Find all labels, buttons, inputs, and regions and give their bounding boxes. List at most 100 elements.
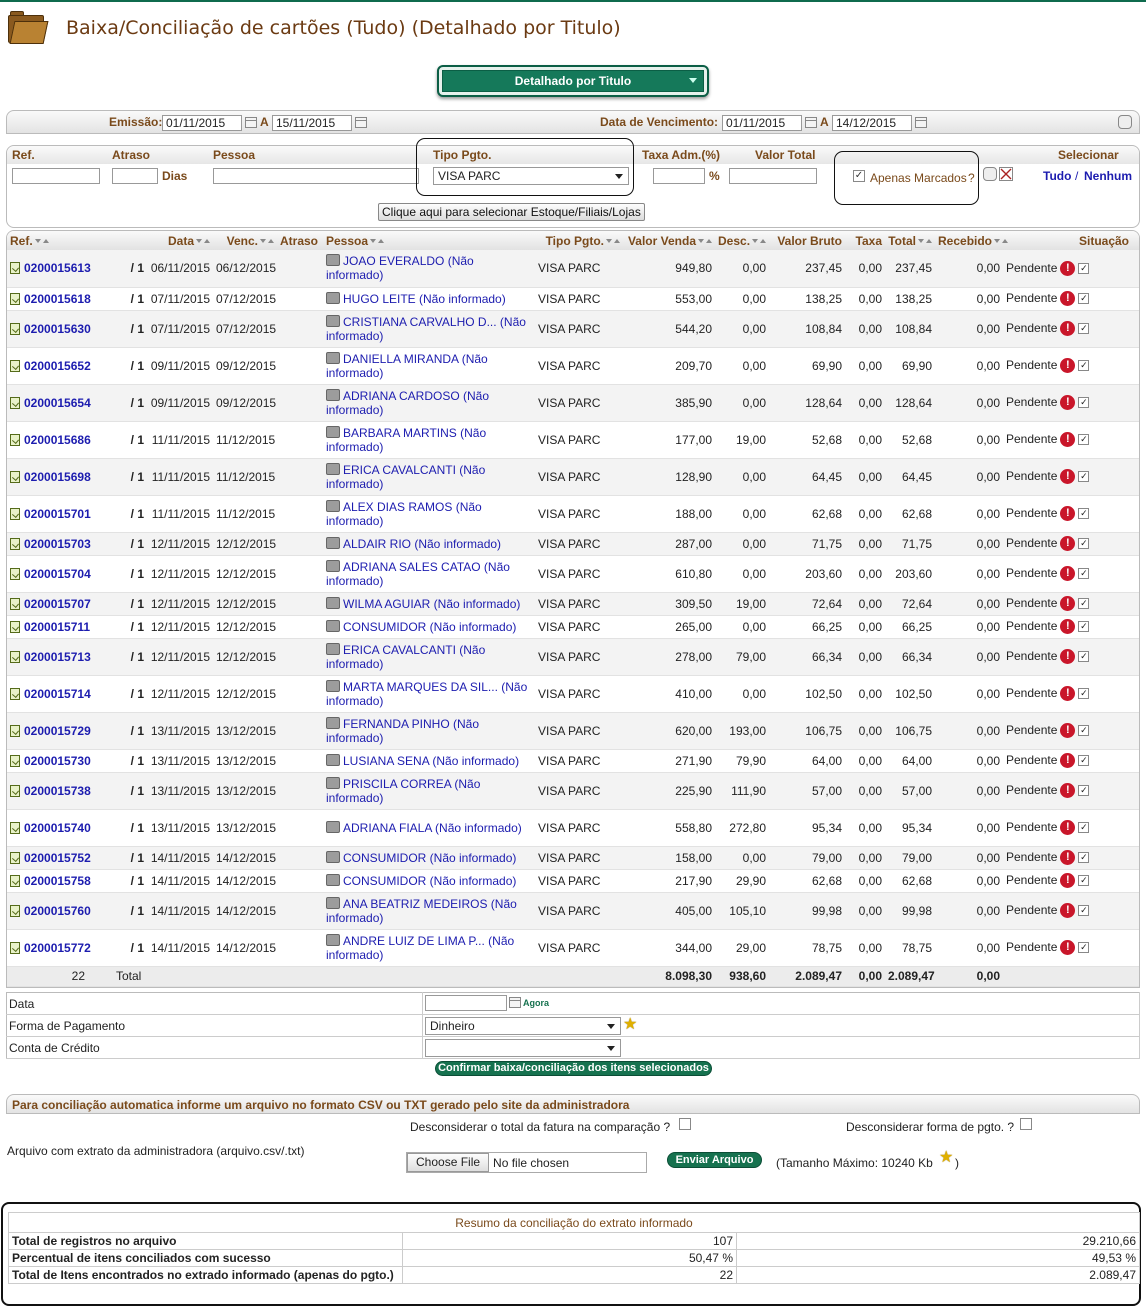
person-icon[interactable]	[326, 388, 340, 401]
ignore-total-checkbox[interactable]	[679, 1118, 691, 1130]
alert-icon[interactable]: !	[1060, 820, 1076, 836]
person-icon[interactable]	[326, 291, 340, 304]
table-row[interactable]: 0200015730 / 1 13/11/2015 13/12/2015 LUSIANA…	[7, 749, 1139, 773]
row-checkbox[interactable]: ✓	[1078, 852, 1090, 864]
table-row[interactable]: 0200015713 / 1 12/11/2015 12/12/2015 ERICA C…	[7, 638, 1139, 676]
calendar-icon[interactable]	[245, 117, 257, 128]
taxa-filter-input[interactable]	[653, 168, 705, 184]
person-icon[interactable]	[326, 873, 340, 886]
alert-icon[interactable]: !	[1060, 903, 1076, 919]
row-checkbox[interactable]: ✓	[1078, 822, 1090, 834]
person-link[interactable]: HUGO LEITE (Não informado)	[343, 292, 506, 306]
alert-icon[interactable]: !	[1060, 566, 1076, 582]
document-icon[interactable]	[10, 359, 20, 372]
person-link[interactable]: WILMA AGUIAR (Não informado)	[343, 597, 520, 611]
row-checkbox[interactable]: ✓	[1078, 568, 1090, 580]
ref-link[interactable]: 0200015758	[24, 874, 91, 888]
table-row[interactable]: 0200015758 / 1 14/11/2015 14/12/2015 CONSUMI…	[7, 869, 1139, 893]
ref-link[interactable]: 0200015752	[24, 851, 91, 865]
ref-link[interactable]: 0200015613	[24, 261, 91, 275]
document-icon[interactable]	[10, 620, 20, 633]
person-link[interactable]: ADRIANA FIALA (Não informado)	[343, 821, 522, 835]
emissao-from-input[interactable]: 01/11/2015	[162, 115, 242, 131]
venc-from-input[interactable]: 01/11/2015	[722, 115, 802, 131]
document-icon[interactable]	[10, 322, 20, 335]
row-checkbox[interactable]: ✓	[1078, 942, 1090, 954]
document-icon[interactable]	[10, 754, 20, 767]
document-icon[interactable]	[10, 904, 20, 917]
ref-link[interactable]: 0200015698	[24, 470, 91, 484]
document-icon[interactable]	[10, 537, 20, 550]
person-link[interactable]: JOAO EVERALDO (Não informado)	[326, 254, 474, 282]
table-row[interactable]: 0200015707 / 1 12/11/2015 12/12/2015 WILMA A…	[7, 592, 1139, 616]
ref-link[interactable]: 0200015654	[24, 396, 91, 410]
file-input[interactable]: Choose File No file chosen	[406, 1152, 647, 1173]
col-desc[interactable]: Desc.	[715, 231, 769, 250]
ref-link[interactable]: 0200015740	[24, 821, 91, 835]
document-icon[interactable]	[10, 650, 20, 663]
search-icon[interactable]	[983, 167, 997, 181]
col-venc[interactable]: Venc.	[213, 231, 277, 250]
document-icon[interactable]	[10, 851, 20, 864]
row-checkbox[interactable]: ✓	[1078, 651, 1090, 663]
ref-link[interactable]: 0200015707	[24, 597, 91, 611]
person-icon[interactable]	[326, 499, 340, 512]
person-link[interactable]: ADRIANA CARDOSO (Não informado)	[326, 389, 489, 417]
estoque-select-button[interactable]: Clique aqui para selecionar Estoque/Fili…	[378, 203, 645, 221]
row-checkbox[interactable]: ✓	[1078, 397, 1090, 409]
alert-icon[interactable]: !	[1060, 469, 1076, 485]
person-icon[interactable]	[326, 753, 340, 766]
baixa-date-input[interactable]	[425, 995, 507, 1011]
ref-link[interactable]: 0200015772	[24, 941, 91, 955]
calendar-icon[interactable]	[805, 117, 817, 128]
valor-total-filter-input[interactable]	[729, 168, 817, 184]
alert-icon[interactable]: !	[1060, 506, 1076, 522]
row-checkbox[interactable]: ✓	[1078, 725, 1090, 737]
person-link[interactable]: LUSIANA SENA (Não informado)	[343, 754, 519, 768]
col-recebido[interactable]: Recebido	[935, 231, 1009, 250]
person-link[interactable]: ANA BEATRIZ MEDEIROS (Não informado)	[326, 897, 517, 925]
ref-link[interactable]: 0200015714	[24, 687, 91, 701]
table-row[interactable]: 0200015711 / 1 12/11/2015 12/12/2015 CONSUMI…	[7, 615, 1139, 639]
table-row[interactable]: 0200015613 / 1 06/11/2015 06/12/2015 JOAO EV…	[7, 250, 1139, 288]
row-checkbox[interactable]: ✓	[1078, 538, 1090, 550]
alert-icon[interactable]: !	[1060, 873, 1076, 889]
person-icon[interactable]	[326, 642, 340, 655]
alert-icon[interactable]: !	[1060, 619, 1076, 635]
row-checkbox[interactable]: ✓	[1078, 360, 1090, 372]
row-checkbox[interactable]: ✓	[1078, 905, 1090, 917]
document-icon[interactable]	[10, 941, 20, 954]
ref-link[interactable]: 0200015618	[24, 292, 91, 306]
agora-link[interactable]: Agora	[523, 998, 549, 1008]
star-icon[interactable]: ★	[623, 1017, 637, 1033]
row-checkbox[interactable]: ✓	[1078, 598, 1090, 610]
enviar-arquivo-button[interactable]: Enviar Arquivo	[667, 1152, 762, 1168]
select-all-link[interactable]: Tudo	[1043, 169, 1071, 183]
person-link[interactable]: ANDRE LUIZ DE LIMA P... (Não informado)	[326, 934, 514, 962]
row-checkbox[interactable]: ✓	[1078, 434, 1090, 446]
ref-link[interactable]: 0200015738	[24, 784, 91, 798]
ref-link[interactable]: 0200015704	[24, 567, 91, 581]
table-row[interactable]: 0200015714 / 1 12/11/2015 12/12/2015 MARTA M…	[7, 675, 1139, 713]
table-row[interactable]: 0200015652 / 1 09/11/2015 09/12/2015 DANIELL…	[7, 347, 1139, 385]
alert-icon[interactable]: !	[1060, 850, 1076, 866]
table-row[interactable]: 0200015654 / 1 09/11/2015 09/12/2015 ADRIANA…	[7, 384, 1139, 422]
person-link[interactable]: ERICA CAVALCANTI (Não informado)	[326, 643, 485, 671]
table-row[interactable]: 0200015618 / 1 07/11/2015 07/12/2015 HUGO LE…	[7, 287, 1139, 311]
alert-icon[interactable]: !	[1060, 260, 1076, 276]
row-checkbox[interactable]: ✓	[1078, 293, 1090, 305]
col-valor-venda[interactable]: Valor Venda	[623, 231, 715, 250]
person-icon[interactable]	[326, 679, 340, 692]
col-tipo[interactable]: Tipo Pgto.	[535, 231, 623, 250]
row-checkbox[interactable]: ✓	[1078, 471, 1090, 483]
document-icon[interactable]	[10, 874, 20, 887]
col-data[interactable]: Data	[147, 231, 213, 250]
emissao-to-input[interactable]: 15/11/2015	[272, 115, 352, 131]
ref-link[interactable]: 0200015729	[24, 724, 91, 738]
person-link[interactable]: CONSUMIDOR (Não informado)	[343, 620, 516, 634]
alert-icon[interactable]: !	[1060, 596, 1076, 612]
person-link[interactable]: PRISCILA CORREA (Não informado)	[326, 777, 480, 805]
table-row[interactable]: 0200015630 / 1 07/11/2015 07/12/2015 CRISTIA…	[7, 310, 1139, 348]
person-link[interactable]: FERNANDA PINHO (Não informado)	[326, 717, 479, 745]
row-checkbox[interactable]: ✓	[1078, 262, 1090, 274]
